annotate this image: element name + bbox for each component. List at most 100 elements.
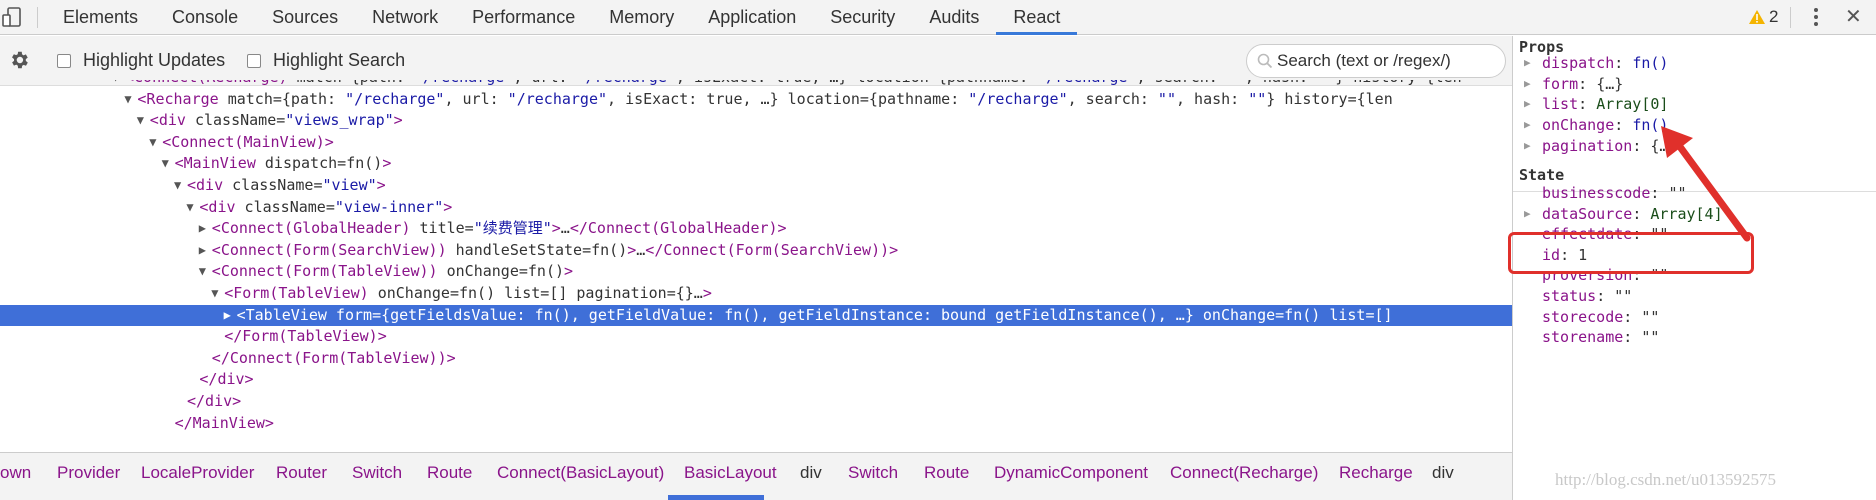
highlight-search-checkbox[interactable]: Highlight Search <box>247 50 405 71</box>
breadcrumb-item[interactable]: Recharge <box>1339 463 1413 483</box>
watermark: http://blog.csdn.net/u013592575 <box>1555 470 1776 489</box>
collapse-arrow-icon[interactable]: ▼ <box>199 261 206 283</box>
expand-arrow-icon[interactable]: ▶ <box>199 218 206 240</box>
tab-performance[interactable]: Performance <box>455 0 592 35</box>
warning-count: 2 <box>1769 7 1779 26</box>
props-entry: onChange: fn() <box>1542 116 1669 135</box>
tab-elements[interactable]: Elements <box>46 0 155 35</box>
expand-arrow-icon[interactable]: ▶ <box>1524 73 1531 95</box>
breadcrumb-item[interactable]: Switch <box>352 463 402 483</box>
divider <box>1790 7 1791 28</box>
collapse-arrow-icon[interactable]: ▼ <box>124 89 131 111</box>
component-tree[interactable]: ▼<Connect(Recharge) match={path: "/recha… <box>0 80 1512 450</box>
tree-row[interactable]: ▼ <Connect(Form(TableView)) onChange=fn()… <box>0 261 1512 283</box>
tree-row[interactable]: ▼ <div className="view-inner"> <box>0 197 1512 219</box>
search-icon <box>1257 53 1273 69</box>
state-entry: storename: "" <box>1542 328 1660 347</box>
expand-arrow-icon[interactable]: ▶ <box>1524 203 1531 225</box>
tree-row[interactable]: ▼ <Recharge match={path: "/recharge", url… <box>0 89 1512 111</box>
warning-counter[interactable]: 2 <box>1748 6 1778 28</box>
breadcrumb-item[interactable]: Connect(BasicLayout) <box>497 463 664 483</box>
tree-node-text: <Connect(Recharge) match={path: "/rechar… <box>125 80 1462 89</box>
tree-row[interactable]: </div> <box>0 391 1512 413</box>
collapse-arrow-icon[interactable]: ▼ <box>112 80 119 89</box>
breadcrumb-item[interactable]: Router <box>276 463 327 483</box>
tree-row[interactable]: </Connect(Form(TableView))> <box>0 348 1512 370</box>
breadcrumb-item[interactable]: div <box>1432 463 1454 483</box>
checkbox-box[interactable] <box>247 53 261 68</box>
tree-row[interactable]: ▼ <MainView dispatch=fn()> <box>0 153 1512 175</box>
state-value: "" <box>1641 307 1660 326</box>
expand-arrow-icon[interactable]: ▶ <box>1524 135 1531 157</box>
search-box[interactable] <box>1246 44 1506 78</box>
warning-icon <box>1749 10 1765 24</box>
props-key: list <box>1542 95 1579 114</box>
props-key: onChange <box>1542 116 1615 135</box>
tab-security[interactable]: Security <box>813 0 912 35</box>
expand-arrow-icon[interactable]: ▶ <box>224 305 231 327</box>
breadcrumb-item[interactable]: Route <box>427 463 472 483</box>
collapse-arrow-icon[interactable]: ▼ <box>186 197 193 219</box>
breadcrumb-item[interactable]: own <box>0 463 31 483</box>
tree-node-text: <Connect(MainView)> <box>162 132 334 151</box>
tab-application[interactable]: Application <box>691 0 813 35</box>
collapse-arrow-icon[interactable]: ▼ <box>211 283 218 305</box>
breadcrumb-item[interactable]: Switch <box>848 463 898 483</box>
state-key: businesscode <box>1542 184 1651 202</box>
tab-memory[interactable]: Memory <box>592 0 691 35</box>
device-toggle-icon[interactable] <box>2 6 22 28</box>
tree-node-text: </div> <box>199 370 254 389</box>
tree-row[interactable]: ▼ <Connect(MainView)> <box>0 132 1512 154</box>
breadcrumb-item[interactable]: div <box>800 463 822 483</box>
props-key: form <box>1542 74 1579 93</box>
tree-row[interactable]: </MainView> <box>0 413 1512 435</box>
expand-arrow-icon[interactable]: ▶ <box>1524 114 1531 136</box>
breadcrumb-item[interactable]: Route <box>924 463 969 483</box>
tab-network[interactable]: Network <box>355 0 455 35</box>
tree-row[interactable]: </Form(TableView)> <box>0 326 1512 348</box>
props-entry: dispatch: fn() <box>1542 54 1669 72</box>
more-options-icon[interactable] <box>1808 5 1824 29</box>
state-key: dataSource <box>1542 204 1633 223</box>
breadcrumb-item[interactable]: BasicLayout <box>684 463 777 483</box>
tree-row[interactable]: ▶ <Connect(GlobalHeader) title="续费管理">…</… <box>0 218 1512 240</box>
tree-row[interactable]: ▼ <Form(TableView) onChange=fn() list=[] … <box>0 283 1512 305</box>
tree-node-text: </div> <box>187 391 242 410</box>
tree-row[interactable]: ▼ <div className="views_wrap"> <box>0 110 1512 132</box>
tree-row[interactable]: </div> <box>0 369 1512 391</box>
props-entry: form: {…} <box>1542 74 1624 93</box>
tree-node-text: <Recharge match={path: "/recharge", url:… <box>137 89 1393 108</box>
tab-audits[interactable]: Audits <box>912 0 996 35</box>
collapse-arrow-icon[interactable]: ▼ <box>162 153 169 175</box>
expand-arrow-icon[interactable]: ▶ <box>1524 93 1531 115</box>
collapse-arrow-icon[interactable]: ▼ <box>149 132 156 154</box>
highlight-updates-label: Highlight Updates <box>83 50 226 70</box>
tree-row[interactable]: ▶ <Connect(Form(SearchView)) handleSetSta… <box>0 240 1512 262</box>
tab-sources[interactable]: Sources <box>255 0 355 35</box>
search-input[interactable] <box>1277 50 1499 72</box>
tab-console[interactable]: Console <box>155 0 255 35</box>
expand-arrow-icon[interactable]: ▶ <box>199 240 206 262</box>
close-icon[interactable]: ✕ <box>1845 4 1862 30</box>
breadcrumb-item[interactable]: LocaleProvider <box>141 463 254 483</box>
tab-react[interactable]: React <box>996 0 1078 35</box>
tree-node-text: <div className="view"> <box>187 175 386 194</box>
props-key: pagination <box>1542 136 1633 155</box>
highlight-search-label: Highlight Search <box>273 50 406 70</box>
tree-row[interactable]: ▼ <div className="view"> <box>0 175 1512 197</box>
expand-arrow-icon[interactable]: ▶ <box>1524 52 1531 74</box>
breadcrumb-item[interactable]: Connect(Recharge) <box>1170 463 1318 483</box>
tree-node-text: </Form(TableView)> <box>224 327 387 346</box>
react-toolbar: Highlight Updates Highlight Search <box>0 36 1512 86</box>
collapse-arrow-icon[interactable]: ▼ <box>174 175 181 197</box>
gear-icon[interactable] <box>8 49 30 71</box>
tree-row-selected[interactable]: ▶ <TableView form={getFieldsValue: fn(), … <box>0 304 1512 327</box>
breadcrumb-item[interactable]: Provider <box>57 463 120 483</box>
highlight-updates-checkbox[interactable]: Highlight Updates <box>57 50 225 71</box>
panel-tabs: Elements Console Sources Network Performance… <box>46 0 1078 35</box>
breadcrumb-item[interactable]: DynamicComponent <box>994 463 1148 483</box>
tree-node-text: <div className="views_wrap"> <box>149 111 403 130</box>
collapse-arrow-icon[interactable]: ▼ <box>137 110 144 132</box>
tree-row[interactable]: ▼ <Connect(Recharge) match={path: "/recha… <box>0 80 1512 89</box>
checkbox-box[interactable] <box>57 53 71 68</box>
